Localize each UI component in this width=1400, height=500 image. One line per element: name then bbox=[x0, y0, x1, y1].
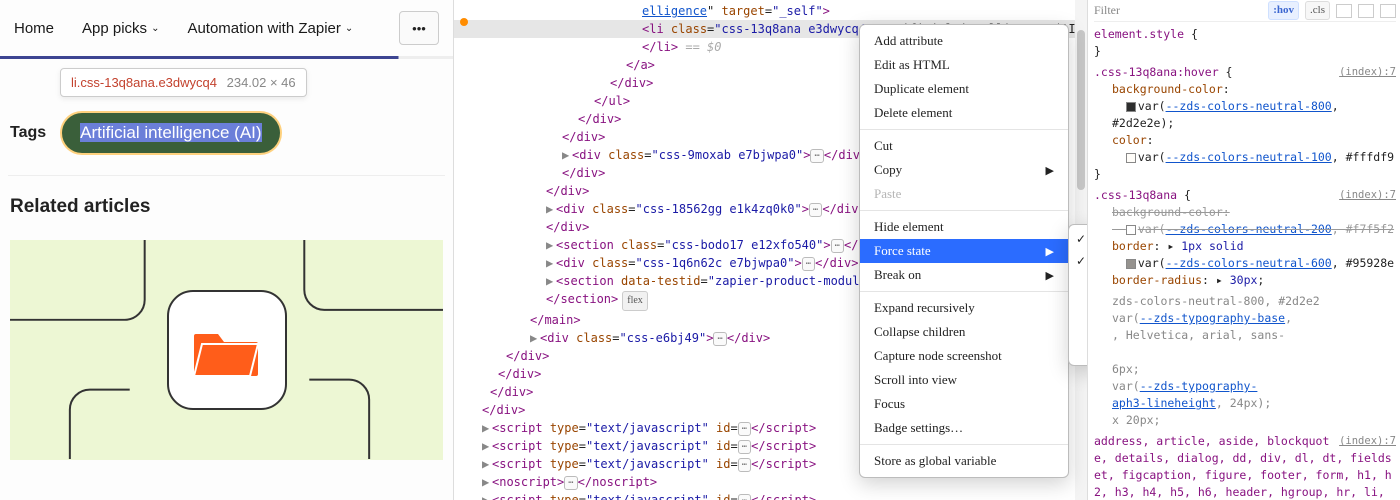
menu-delete-element[interactable]: Delete element bbox=[860, 101, 1068, 125]
menu-collapse-children[interactable]: Collapse children bbox=[860, 320, 1068, 344]
divider bbox=[8, 175, 445, 176]
state-focus-within[interactable]: :focus-within bbox=[1069, 317, 1088, 339]
folder-icon bbox=[192, 320, 262, 380]
elements-panel: elligence" target="_self"> <li class="cs… bbox=[454, 0, 1088, 500]
rule-obscured: zds-colors-neutral-800, #2d2e2 var(--zds… bbox=[1094, 293, 1396, 429]
chevron-right-icon: ▶ bbox=[1046, 164, 1054, 177]
related-articles-heading: Related articles bbox=[0, 182, 453, 232]
menu-hide-element[interactable]: Hide element bbox=[860, 215, 1068, 239]
menu-break-on[interactable]: Break on▶ bbox=[860, 263, 1068, 287]
state-visited[interactable]: :visited bbox=[1069, 295, 1088, 317]
chevron-down-icon: ⌄ bbox=[151, 23, 159, 34]
color-swatch[interactable] bbox=[1126, 153, 1136, 163]
flex-badge[interactable]: flex bbox=[622, 291, 648, 311]
state-hover[interactable]: :hover bbox=[1069, 251, 1088, 273]
folder-icon-container bbox=[167, 290, 287, 410]
force-state-submenu: :active :hover :focus :visited :focus-wi… bbox=[1068, 224, 1088, 366]
menu-capture-screenshot[interactable]: Capture node screenshot bbox=[860, 344, 1068, 368]
chevron-down-icon: ⌄ bbox=[345, 23, 353, 34]
color-swatch[interactable] bbox=[1126, 225, 1136, 235]
nav-automation[interactable]: Automation with Zapier ⌄ bbox=[187, 20, 353, 37]
menu-store-as-global[interactable]: Store as global variable bbox=[860, 449, 1068, 473]
computed-icon[interactable] bbox=[1358, 4, 1374, 18]
tags-label: Tags bbox=[10, 124, 46, 142]
tooltip-dimensions: 234.02 × 46 bbox=[227, 75, 296, 90]
filter-label[interactable]: Filter bbox=[1094, 2, 1120, 19]
menu-scroll-into-view[interactable]: Scroll into view bbox=[860, 368, 1068, 392]
source-link[interactable]: (index):7 bbox=[1339, 433, 1396, 450]
source-link[interactable]: (index):7 bbox=[1339, 64, 1396, 81]
tooltip-selector: li.css-13q8ana.e3dwycq4 bbox=[71, 75, 217, 90]
chevron-right-icon: ▶ bbox=[1046, 245, 1054, 258]
menu-copy[interactable]: Copy▶ bbox=[860, 158, 1068, 182]
menu-expand-recursively[interactable]: Expand recursively bbox=[860, 296, 1068, 320]
inspector-tooltip: li.css-13q8ana.e3dwycq4 234.02 × 46 bbox=[60, 68, 307, 97]
state-focus-visible[interactable]: :focus-visible bbox=[1069, 339, 1088, 361]
menu-focus[interactable]: Focus bbox=[860, 392, 1068, 416]
site-nav: Home App picks ⌄ Automation with Zapier … bbox=[0, 0, 453, 56]
nav-app-picks[interactable]: App picks ⌄ bbox=[82, 20, 159, 37]
styles-toolbar: Filter :hov .cls bbox=[1094, 0, 1396, 22]
website-panel: Home App picks ⌄ Automation with Zapier … bbox=[0, 0, 454, 500]
nav-home[interactable]: Home bbox=[14, 20, 54, 37]
rule-hover[interactable]: (index):7 .css-13q8ana:hover { backgroun… bbox=[1094, 64, 1396, 183]
rule-element-style[interactable]: element.style {} bbox=[1094, 26, 1396, 60]
menu-duplicate-element[interactable]: Duplicate element bbox=[860, 77, 1068, 101]
color-swatch[interactable] bbox=[1126, 259, 1136, 269]
menu-paste: Paste bbox=[860, 182, 1068, 206]
rule-user-agent[interactable]: (index):7 address, article, aside, block… bbox=[1094, 433, 1396, 500]
cls-toggle[interactable]: .cls bbox=[1305, 1, 1330, 20]
breakpoint-dot[interactable] bbox=[460, 18, 468, 26]
source-link[interactable]: (index):7 bbox=[1339, 187, 1396, 204]
menu-add-attribute[interactable]: Add attribute bbox=[860, 29, 1068, 53]
menu-edit-as-html[interactable]: Edit as HTML bbox=[860, 53, 1068, 77]
context-menu: Add attribute Edit as HTML Duplicate ele… bbox=[859, 24, 1069, 478]
chevron-right-icon: ▶ bbox=[1046, 269, 1054, 282]
styles-panel: Filter :hov .cls element.style {} (index… bbox=[1088, 0, 1400, 500]
menu-cut[interactable]: Cut bbox=[860, 134, 1068, 158]
menu-force-state[interactable]: Force state▶ bbox=[860, 239, 1068, 263]
more-menu-button[interactable]: ••• bbox=[399, 11, 439, 45]
progress-bar bbox=[0, 56, 453, 59]
dots-icon: ••• bbox=[412, 21, 426, 36]
article-card[interactable] bbox=[10, 240, 443, 460]
color-swatch[interactable] bbox=[1126, 102, 1136, 112]
rule-base[interactable]: (index):7 .css-13q8ana { background-colo… bbox=[1094, 187, 1396, 289]
tag-pill-ai[interactable]: Artificial intelligence (AI) bbox=[62, 113, 279, 153]
hov-toggle[interactable]: :hov bbox=[1268, 1, 1299, 20]
new-rule-icon[interactable] bbox=[1336, 4, 1352, 18]
state-focus[interactable]: :focus bbox=[1069, 273, 1088, 295]
state-active[interactable]: :active bbox=[1069, 229, 1088, 251]
more-icon[interactable] bbox=[1380, 4, 1396, 18]
menu-badge-settings[interactable]: Badge settings… bbox=[860, 416, 1068, 440]
